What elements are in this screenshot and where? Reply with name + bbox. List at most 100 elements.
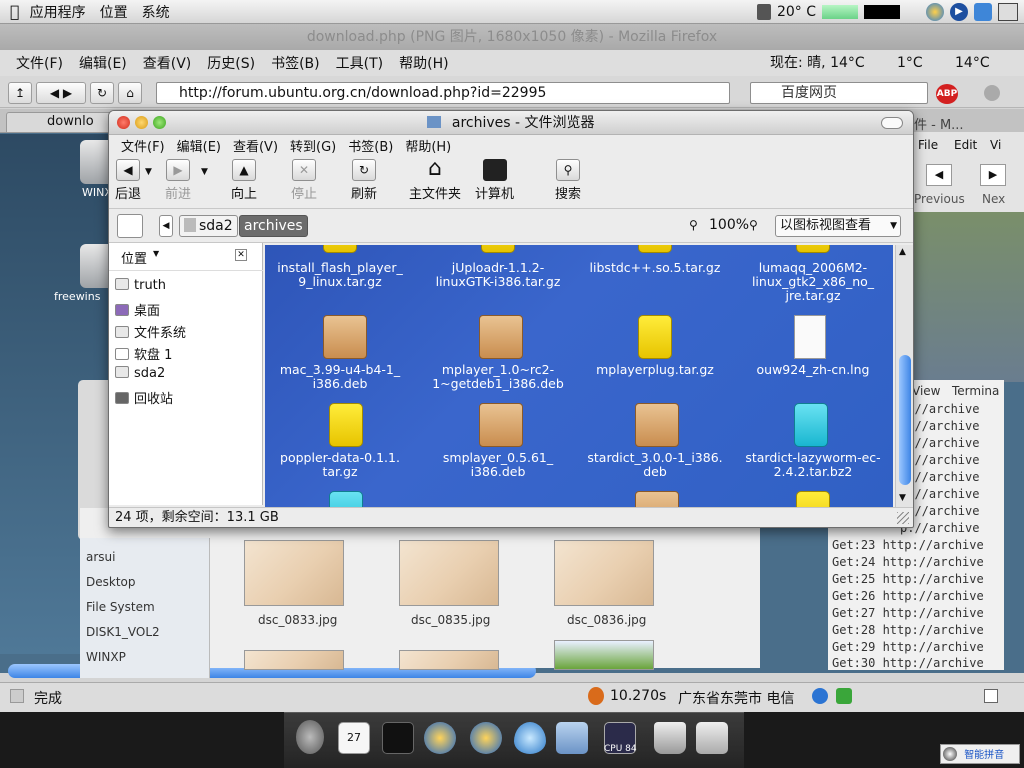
search-button[interactable]: ⚲ 搜索 [555,159,581,202]
fb-menu-help[interactable]: 帮助(H) [405,136,451,155]
deb-package-icon[interactable] [635,403,679,447]
thumbnail-image[interactable] [244,650,344,670]
path-left-icon[interactable]: ◀ [159,215,173,237]
reload-icon[interactable]: ↻ [90,82,114,104]
gear-icon[interactable] [984,85,1000,101]
folder-icon[interactable] [556,722,588,754]
file-icon-view[interactable]: install_flash_player_ 9_linux.tar.gz jUpl… [265,245,893,507]
tar-bz2-file-icon[interactable] [794,403,828,447]
file-item[interactable]: smplayer_0.5.61_ i386.deb [423,451,573,479]
file-item[interactable]: lumaqq_2006M2- linux_gtk2_x86_no_ jre.tar.… [738,261,888,303]
file-item[interactable]: mplayerplug.tar.gz [580,363,730,377]
firefox-icon-2[interactable] [470,722,502,754]
toolbar-toggle-button[interactable] [881,117,903,129]
deb-package-icon[interactable] [479,315,523,359]
fb-menu-file[interactable]: 文件(F) [121,136,165,155]
thumbnail-image[interactable] [554,640,654,670]
back-forward-button[interactable]: ◀ ▶ [36,82,86,104]
edit-location-icon[interactable] [117,214,143,238]
bg-place-arsui[interactable]: arsui [86,550,115,564]
scroll-up-icon[interactable]: ▲ [899,247,906,257]
menu-system[interactable]: 系统 [142,2,170,22]
up-button[interactable]: ▲ 向上 [231,159,257,202]
network-icon[interactable] [926,3,944,21]
file-item[interactable]: ouw924_zh-cn.lng [738,363,888,377]
sidebar-close-icon[interactable]: ✕ [235,249,247,261]
resize-grip-icon[interactable] [897,512,909,524]
refresh-button[interactable]: ↻ 刷新 [351,159,377,202]
download-icon[interactable]: ↥ [8,82,32,104]
maximize-icon[interactable] [153,116,166,129]
deb-package-icon[interactable] [323,315,367,359]
home-button[interactable]: ⌂ 主文件夹 [409,158,461,203]
back-dropdown-icon[interactable]: ▼ [145,167,152,177]
sidebar-item-filesystem[interactable]: 文件系统 [115,322,186,341]
apple-icon[interactable]:  [10,2,20,21]
home-icon[interactable]: ⌂ [118,82,142,104]
file-item[interactable]: mac_3.99-u4-b4-1_ i386.deb [265,363,415,391]
ff-menu-edit[interactable]: 编辑(E) [79,53,127,73]
rw-menu-file[interactable]: File [918,138,938,152]
sidebar-dropdown-icon[interactable]: ▼ [153,249,159,258]
sidebar-item-trash[interactable]: 回收站 [115,388,173,407]
calendar-icon[interactable]: 27 [338,722,370,754]
fb-menu-bookmarks[interactable]: 书签(B) [348,136,393,155]
file-item[interactable]: stardict-lazyworm-ec- 2.4.2.tar.bz2 [738,451,888,479]
display-icon[interactable] [998,3,1018,21]
zoom-in-icon[interactable]: ⚲ [749,218,758,232]
water-drop-icon[interactable] [514,722,546,754]
file-item[interactable]: install_flash_player_ 9_linux.tar.gz [265,261,415,289]
bg-place-winxp[interactable]: WINXP [86,650,126,664]
file-item[interactable]: mplayer_1.0~rc2- 1~getdeb1_i386.deb [423,363,573,391]
input-method-indicator[interactable]: 智能拼音 [940,744,1020,764]
document-file-icon[interactable] [794,315,826,359]
thumbnail-image[interactable] [399,540,499,606]
tar-gz-file-icon[interactable] [796,245,830,253]
proxy-icon[interactable] [812,688,828,704]
rw-menu-view[interactable]: Vi [990,138,1001,152]
deb-package-icon[interactable] [479,403,523,447]
checkbox-icon[interactable] [984,689,998,703]
scroll-down-icon[interactable]: ▼ [899,493,906,503]
tar-gz-file-icon[interactable] [796,491,830,507]
thumbnail-image[interactable] [399,650,499,670]
terminal-icon[interactable] [382,722,414,754]
bg-place-disk1[interactable]: DISK1_VOL2 [86,625,160,639]
ff-menu-file[interactable]: 文件(F) [16,53,63,73]
view-mode-select[interactable]: 以图标视图查看 ▼ [775,215,901,237]
tar-gz-file-icon[interactable] [323,245,357,253]
disk-icon[interactable] [696,722,728,754]
file-item[interactable]: poppler-data-0.1.1. tar.gz [265,451,415,479]
ff-menu-tools[interactable]: 工具(T) [336,53,383,73]
fb-menu-go[interactable]: 转到(G) [290,136,336,155]
apple-dock-icon[interactable] [296,720,324,754]
rw-next[interactable]: Nex [982,192,1005,206]
addon-icon[interactable] [836,688,852,704]
forward-dropdown-icon[interactable]: ▼ [201,167,208,177]
vertical-scrollbar[interactable]: ▲ ▼ [895,245,913,507]
ff-menu-history[interactable]: 历史(S) [207,53,255,73]
bg-place-desktop[interactable]: Desktop [86,575,136,589]
sidebar-item-truth[interactable]: truth [115,278,166,293]
path-button-archives[interactable]: archives [239,215,308,237]
rw-menu-edit[interactable]: Edit [954,138,977,152]
zoom-out-icon[interactable]: ⚲ [689,218,698,232]
deb-package-icon[interactable] [635,491,679,507]
bluetooth-icon[interactable] [974,3,992,21]
menu-applications[interactable]: 应用程序 [30,2,86,22]
back-button[interactable]: ◀ 后退 [115,159,141,202]
bg-place-filesystem[interactable]: File System [86,600,155,614]
tar-bz2-file-icon[interactable] [329,491,363,507]
fb-menu-edit[interactable]: 编辑(E) [177,136,221,155]
file-item[interactable]: libstdc++.so.5.tar.gz [580,261,730,275]
term-menu-view[interactable]: View [912,384,940,398]
sidebar-item-desktop[interactable]: 桌面 [115,300,160,319]
ff-menu-view[interactable]: 查看(V) [143,53,192,73]
thumbnail-image[interactable] [554,540,654,606]
scroll-thumb[interactable] [899,355,911,485]
path-button-sda2[interactable]: sda2 [179,215,238,237]
menu-places[interactable]: 位置 [100,2,128,22]
firefox-icon[interactable] [424,722,456,754]
media-play-icon[interactable]: ▶ [950,3,968,21]
sidebar-item-sda2[interactable]: sda2 [115,366,165,381]
